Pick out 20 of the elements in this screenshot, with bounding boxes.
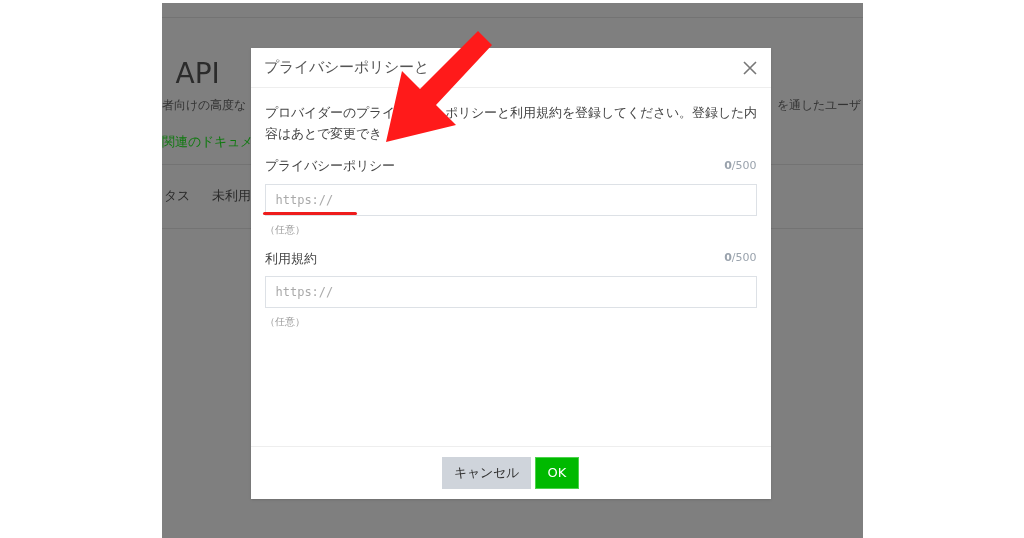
url-field[interactable]: https:// [264, 276, 757, 308]
character-counter: 0/500 [724, 250, 757, 266]
character-counter: 0/500 [724, 157, 757, 174]
page-tab[interactable]: タス [163, 186, 190, 206]
dialog-title: プライバシーポリシーと [263, 57, 429, 79]
page-description: 者向けの高度な [161, 97, 246, 114]
dialog-description: プロバイダーのプライ [264, 104, 395, 122]
field-label: 利用規約 [264, 249, 317, 268]
dialog-description: 容はあとで変更でき [264, 125, 383, 143]
optional-hint: （任意） [264, 315, 306, 329]
ok-button[interactable]: OK [534, 457, 580, 489]
page-tab[interactable]: 未利用 [211, 186, 251, 206]
url-field[interactable]: https:// [264, 183, 757, 216]
optional-hint: （任意） [264, 222, 306, 237]
close-icon[interactable] [741, 59, 758, 76]
page-description: を通したユーザ [776, 97, 861, 114]
page-title: API [175, 56, 220, 92]
cancel-button[interactable]: キャンセル [441, 457, 531, 489]
dialog-description: ポリシーと利用規約を登録してください。登録した内 [444, 104, 757, 122]
field-label: プライバシーポリシー [264, 157, 395, 175]
